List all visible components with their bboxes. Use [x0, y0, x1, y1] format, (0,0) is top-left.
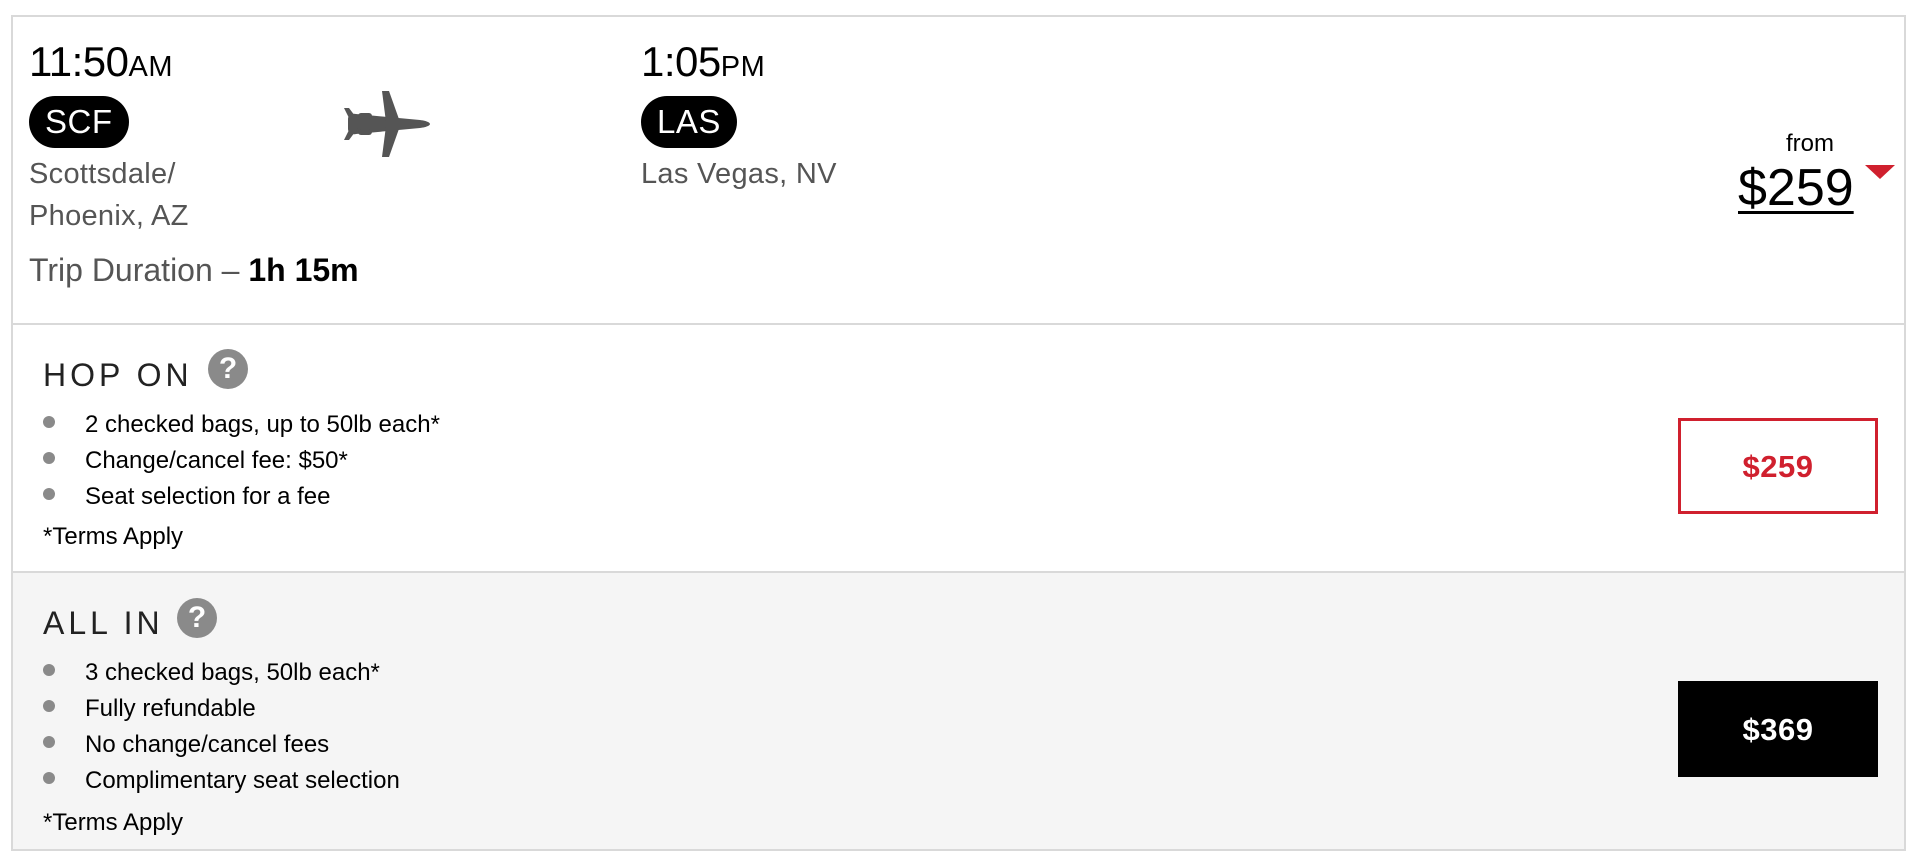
- list-item: No change/cancel fees: [43, 727, 400, 763]
- airplane-icon: [344, 91, 430, 157]
- fare-features-list: 2 checked bags, up to 50lb each* Change/…: [43, 407, 440, 515]
- trip-duration: Trip Duration – 1h 15m: [29, 250, 359, 290]
- departure-city-line1: Scottsdale/: [29, 158, 176, 190]
- trip-duration-label: Trip Duration –: [29, 252, 249, 288]
- bullet-icon: [43, 452, 55, 464]
- fare-option-all-in: ALL IN ? 3 checked bags, 50lb each* Full…: [13, 573, 1904, 849]
- departure-airport-code: SCF: [29, 96, 129, 148]
- arrival-airport-code: LAS: [641, 96, 737, 148]
- help-icon[interactable]: ?: [177, 598, 217, 638]
- fare-title: ALL IN: [43, 605, 164, 641]
- bullet-icon: [43, 700, 55, 712]
- bullet-icon: [43, 736, 55, 748]
- arrival-ampm: PM: [720, 51, 766, 83]
- bullet-icon: [43, 772, 55, 784]
- arrival-time-value: 1:05: [641, 38, 721, 85]
- feature-text: Complimentary seat selection: [85, 767, 400, 794]
- bullet-icon: [43, 416, 55, 428]
- arrival-time: 1:05PM: [641, 41, 765, 88]
- departure-ampm: AM: [128, 51, 173, 83]
- terms-note: *Terms Apply: [43, 523, 184, 550]
- help-icon[interactable]: ?: [208, 349, 248, 389]
- fare-option-hop-on: HOP ON ? 2 checked bags, up to 50lb each…: [13, 325, 1904, 573]
- feature-text: 2 checked bags, up to 50lb each*: [85, 411, 440, 438]
- select-all-in-button[interactable]: $369: [1678, 681, 1878, 777]
- departure-time-value: 11:50: [29, 38, 129, 85]
- feature-text: Seat selection for a fee: [85, 483, 331, 510]
- flight-summary: 11:50AM SCF Scottsdale/ Phoenix, AZ Trip…: [13, 17, 1904, 325]
- feature-text: 3 checked bags, 50lb each*: [85, 659, 380, 686]
- list-item: Fully refundable: [43, 691, 400, 727]
- caret-down-icon[interactable]: [1865, 165, 1895, 179]
- list-item: Change/cancel fee: $50*: [43, 443, 440, 479]
- departure-time: 11:50AM: [29, 41, 173, 88]
- fare-title: HOP ON: [43, 357, 193, 393]
- arrival-city: Las Vegas, NV: [641, 158, 837, 190]
- feature-text: Fully refundable: [85, 695, 256, 722]
- trip-duration-value: 1h 15m: [248, 252, 359, 288]
- fare-features-list: 3 checked bags, 50lb each* Fully refunda…: [43, 655, 400, 799]
- bullet-icon: [43, 488, 55, 500]
- list-item: 2 checked bags, up to 50lb each*: [43, 407, 440, 443]
- terms-note: *Terms Apply: [43, 809, 184, 836]
- list-item: Seat selection for a fee: [43, 479, 440, 515]
- flight-card: 11:50AM SCF Scottsdale/ Phoenix, AZ Trip…: [11, 15, 1906, 851]
- from-label: from: [1786, 130, 1834, 157]
- bullet-icon: [43, 664, 55, 676]
- feature-text: No change/cancel fees: [85, 731, 330, 758]
- list-item: Complimentary seat selection: [43, 763, 400, 799]
- feature-text: Change/cancel fee: $50*: [85, 447, 348, 474]
- from-price-link[interactable]: $259: [1738, 157, 1854, 219]
- list-item: 3 checked bags, 50lb each*: [43, 655, 400, 691]
- departure-city: Scottsdale/ Phoenix, AZ: [29, 153, 229, 237]
- select-hop-on-button[interactable]: $259: [1678, 418, 1878, 514]
- departure-city-line2: Phoenix, AZ: [29, 200, 189, 232]
